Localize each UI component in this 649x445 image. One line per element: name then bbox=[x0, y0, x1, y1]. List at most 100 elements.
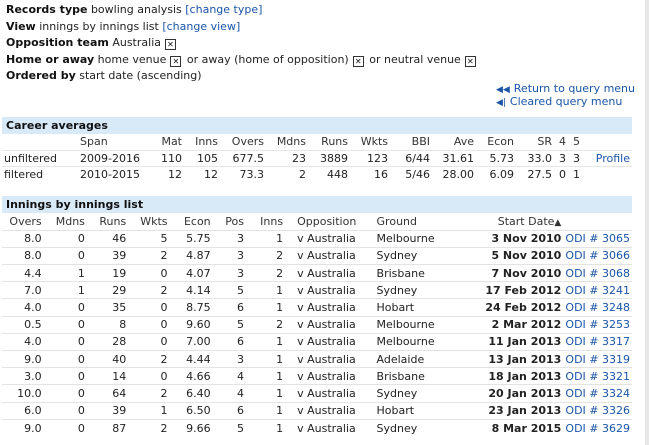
scorecard-link[interactable]: ODI # 3326 bbox=[565, 404, 630, 417]
innings-cell: v Australia bbox=[297, 369, 356, 383]
innings-cell: v Australia bbox=[297, 249, 356, 263]
neutral-venue-option: or neutral venue bbox=[369, 52, 461, 66]
innings-col-overs[interactable]: Overs bbox=[2, 213, 44, 230]
innings-cell: 4.87 bbox=[186, 249, 211, 263]
career-cell: 3 bbox=[573, 151, 580, 165]
innings-cell: 1 bbox=[276, 232, 284, 246]
remove-away-icon[interactable]: ✕ bbox=[352, 55, 364, 67]
innings-cell: 0 bbox=[160, 335, 168, 349]
innings-cell: 5.75 bbox=[186, 232, 211, 246]
innings-cell: 4 bbox=[236, 386, 244, 400]
home-away-label: Home or away bbox=[6, 52, 95, 66]
start-date-cell: 13 Jan 2013 bbox=[488, 352, 562, 366]
cleared-query-menu-link[interactable]: Cleared query menu bbox=[510, 95, 622, 108]
innings-cell: 2 bbox=[160, 421, 168, 435]
scorecard-link[interactable]: ODI # 3068 bbox=[565, 267, 630, 280]
innings-col-link bbox=[563, 213, 632, 230]
remove-neutral-icon[interactable]: ✕ bbox=[464, 55, 476, 67]
innings-cell: 8.0 bbox=[24, 232, 42, 246]
innings-col-ground[interactable]: Ground bbox=[367, 213, 469, 230]
change-view-link[interactable]: [change view] bbox=[162, 20, 240, 33]
innings-cell: 1 bbox=[276, 386, 284, 400]
innings-cell: v Australia bbox=[297, 266, 356, 280]
start-date-cell: 8 Mar 2015 bbox=[491, 421, 562, 435]
career-col-inns: Inns bbox=[195, 135, 218, 149]
innings-cell: Brisbane bbox=[376, 369, 425, 383]
innings-cell: Sydney bbox=[376, 249, 418, 263]
innings-cell: 1 bbox=[276, 352, 284, 366]
career-cell: 16 bbox=[374, 167, 388, 181]
scorecard-link[interactable]: ODI # 3324 bbox=[565, 387, 630, 400]
innings-cell: 9.66 bbox=[186, 421, 211, 435]
career-averages-header: Career averages bbox=[2, 117, 632, 134]
career-row-unfiltered: unfiltered 2009-2016 110 105 677.5 23 38… bbox=[2, 150, 632, 166]
innings-cell: 1 bbox=[276, 404, 284, 418]
innings-cell: Hobart bbox=[376, 301, 415, 315]
innings-col-inns[interactable]: Inns bbox=[246, 213, 285, 230]
scorecard-link[interactable]: ODI # 3065 bbox=[565, 232, 630, 245]
innings-cell: v Australia bbox=[297, 404, 356, 418]
innings-cell: 7.0 bbox=[24, 283, 42, 297]
innings-cell: 9.60 bbox=[186, 318, 211, 332]
records-type-value: bowling analysis bbox=[90, 3, 182, 16]
innings-cell: 7.00 bbox=[186, 335, 211, 349]
scorecard-link[interactable]: ODI # 3629 bbox=[565, 422, 630, 435]
career-cell: 3889 bbox=[320, 151, 348, 165]
career-cell: 28.00 bbox=[442, 167, 475, 181]
innings-cell: 5 bbox=[160, 232, 168, 246]
remove-opposition-icon[interactable]: ✕ bbox=[165, 39, 176, 50]
innings-col-runs[interactable]: Runs bbox=[87, 213, 128, 230]
innings-cell: 0 bbox=[160, 369, 168, 383]
innings-cell: 29 bbox=[112, 283, 127, 297]
innings-cell: 19 bbox=[112, 266, 127, 280]
innings-row: 10.0 0 64 2 6.40 4 1 v Australia Sydney 20 Jan 20… bbox=[2, 384, 632, 402]
career-cell: 31.61 bbox=[442, 151, 475, 165]
innings-cell: 0.5 bbox=[24, 318, 42, 332]
innings-col-econ[interactable]: Econ bbox=[170, 213, 213, 230]
scorecard-link[interactable]: ODI # 3241 bbox=[565, 284, 630, 297]
career-averages-table: Span Mat Inns Overs Mdns Runs Wkts BBI A… bbox=[2, 134, 632, 182]
career-cell: 3 bbox=[559, 151, 566, 165]
career-cell: 677.5 bbox=[232, 151, 265, 165]
innings-cell: 6 bbox=[236, 404, 244, 418]
view-value: innings by innings list bbox=[39, 19, 159, 33]
innings-cell: 6 bbox=[236, 301, 244, 315]
profile-link[interactable]: Profile bbox=[596, 152, 630, 165]
scorecard-link[interactable]: ODI # 3066 bbox=[565, 249, 630, 262]
change-type-link[interactable]: [change type] bbox=[185, 3, 262, 16]
scrollbar[interactable] bbox=[645, 0, 649, 445]
scorecard-link[interactable]: ODI # 3253 bbox=[565, 318, 630, 331]
innings-cell: 6.50 bbox=[186, 404, 211, 418]
remove-home-icon[interactable]: ✕ bbox=[170, 55, 182, 67]
scorecard-link[interactable]: ODI # 3317 bbox=[565, 335, 630, 348]
career-cell: 6/44 bbox=[405, 151, 430, 165]
start-date-cell: 18 Jan 2013 bbox=[488, 369, 562, 383]
innings-cell: 6.40 bbox=[186, 386, 211, 400]
innings-col-start-date[interactable]: Start Date▲ bbox=[468, 213, 563, 230]
cleared-icon: ◀| bbox=[495, 98, 506, 108]
scorecard-link[interactable]: ODI # 3321 bbox=[565, 370, 630, 383]
innings-cell: 87 bbox=[112, 421, 127, 435]
innings-cell: 3 bbox=[236, 232, 244, 246]
career-col-runs: Runs bbox=[321, 135, 348, 149]
innings-col-wkts[interactable]: Wkts bbox=[128, 213, 169, 230]
career-col-ave: Ave bbox=[453, 135, 474, 149]
scorecard-link[interactable]: ODI # 3248 bbox=[565, 301, 630, 314]
innings-row: 4.4 1 19 0 4.07 3 2 v Australia Brisbane 7 Nov 20… bbox=[2, 264, 632, 282]
start-date-cell: 2 Mar 2012 bbox=[491, 318, 562, 332]
innings-col-mdns[interactable]: Mdns bbox=[44, 213, 87, 230]
innings-cell: 2 bbox=[160, 386, 168, 400]
career-col-span: Span bbox=[80, 135, 108, 149]
return-to-query-menu-link[interactable]: Return to query menu bbox=[514, 82, 635, 95]
career-cell: 27.5 bbox=[527, 167, 553, 181]
innings-cell: 39 bbox=[112, 404, 127, 418]
innings-col-pos[interactable]: Pos bbox=[213, 213, 246, 230]
career-cell: 2009-2016 bbox=[80, 151, 140, 165]
innings-cell: Sydney bbox=[376, 386, 418, 400]
ordered-label: Ordered by bbox=[6, 69, 76, 82]
innings-col-opposition[interactable]: Opposition bbox=[285, 213, 366, 230]
scorecard-link[interactable]: ODI # 3319 bbox=[565, 353, 630, 366]
innings-row: 8.0 0 46 5 5.75 3 1 v Australia Melbourne 3 Nov 2… bbox=[2, 230, 632, 247]
innings-cell: 4.66 bbox=[186, 369, 211, 383]
innings-cell: 0 bbox=[77, 404, 85, 418]
